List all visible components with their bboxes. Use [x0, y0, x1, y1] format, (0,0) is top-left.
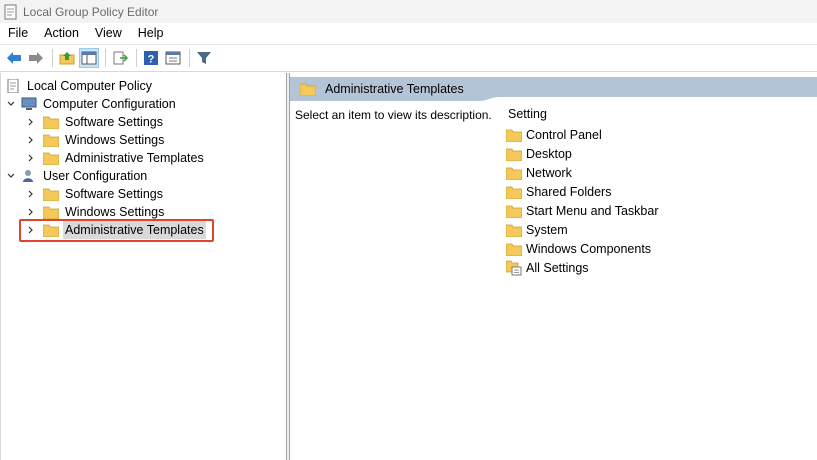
- policy-document-icon: [7, 79, 19, 93]
- folder-icon: [506, 129, 522, 142]
- up-folder-icon: [59, 52, 75, 65]
- list-item-label: System: [526, 223, 568, 237]
- list-item-desktop[interactable]: Desktop: [506, 145, 572, 163]
- folder-icon: [43, 152, 59, 165]
- list-item-control-panel[interactable]: Control Panel: [506, 126, 602, 144]
- folder-icon: [506, 224, 522, 237]
- user-icon: [23, 170, 33, 182]
- help-icon: ?: [144, 51, 158, 66]
- highlight-annotation-box: [19, 219, 214, 242]
- details-header: Administrative Templates: [290, 77, 817, 101]
- chevron-right-icon[interactable]: [25, 116, 37, 128]
- folder-icon: [43, 116, 59, 129]
- tree-label: Windows Settings: [65, 133, 165, 147]
- policy-editor-icon: [4, 4, 17, 19]
- chevron-right-icon[interactable]: [25, 134, 37, 146]
- list-item-label: Control Panel: [526, 128, 602, 142]
- folder-icon: [506, 167, 522, 180]
- setting-column-header[interactable]: Setting: [508, 107, 547, 121]
- tree-item-computer-configuration[interactable]: Computer Configuration: [5, 95, 178, 113]
- export-list-button[interactable]: [110, 48, 130, 68]
- menu-help[interactable]: Help: [130, 23, 172, 44]
- forward-button[interactable]: [26, 48, 46, 68]
- all-settings-icon: [506, 260, 522, 276]
- properties-button[interactable]: [163, 48, 183, 68]
- tree-label: User Configuration: [43, 169, 148, 183]
- toolbar-separator: [52, 49, 53, 67]
- folder-icon: [43, 206, 59, 219]
- chevron-down-icon[interactable]: [5, 170, 17, 182]
- folder-icon: [506, 243, 522, 256]
- folder-icon: [506, 205, 522, 218]
- list-item-start-menu-taskbar[interactable]: Start Menu and Taskbar: [506, 202, 658, 220]
- tree-item-uc-software-settings[interactable]: Software Settings: [25, 185, 165, 203]
- toolbar-separator: [189, 49, 190, 67]
- window-title: Local Group Policy Editor: [23, 4, 159, 19]
- list-item-label: Windows Components: [526, 242, 652, 256]
- details-pane: Administrative Templates Select an item …: [290, 73, 817, 460]
- list-item-label: Desktop: [526, 147, 572, 161]
- filter-icon: [197, 52, 211, 64]
- chevron-right-icon[interactable]: [25, 152, 37, 164]
- tree-item-cc-software-settings[interactable]: Software Settings: [25, 113, 165, 131]
- folder-icon: [506, 186, 522, 199]
- tree-label: Software Settings: [65, 115, 163, 129]
- tree-item-user-configuration[interactable]: User Configuration: [5, 167, 149, 185]
- tree-item-local-computer-policy[interactable]: Local Computer Policy: [5, 77, 154, 95]
- list-item-label: Start Menu and Taskbar: [526, 204, 659, 218]
- list-item-label: Shared Folders: [526, 185, 612, 199]
- menu-file[interactable]: File: [0, 23, 36, 44]
- list-item-label: All Settings: [526, 261, 589, 275]
- filter-button[interactable]: [194, 48, 214, 68]
- folder-icon: [43, 134, 59, 147]
- tree-item-cc-windows-settings[interactable]: Windows Settings: [25, 131, 166, 149]
- folder-icon: [300, 83, 316, 96]
- tree-label: Administrative Templates: [65, 151, 204, 165]
- title-bar: Local Group Policy Editor: [0, 0, 817, 23]
- menu-view[interactable]: View: [87, 23, 130, 44]
- folder-icon: [506, 148, 522, 161]
- list-item-label: Network: [526, 166, 572, 180]
- list-item-shared-folders[interactable]: Shared Folders: [506, 183, 611, 201]
- list-item-windows-components[interactable]: Windows Components: [506, 240, 651, 258]
- toolbar-separator: [136, 49, 137, 67]
- show-hide-tree-icon: [81, 51, 97, 65]
- folder-icon: [43, 188, 59, 201]
- list-item-system[interactable]: System: [506, 221, 568, 239]
- chevron-right-icon[interactable]: [25, 206, 37, 218]
- details-title: Administrative Templates: [325, 82, 464, 96]
- show-hide-tree-button[interactable]: [79, 48, 99, 68]
- menu-bar: File Action View Help: [0, 23, 817, 44]
- chevron-down-icon[interactable]: [5, 98, 17, 110]
- svg-text:?: ?: [148, 54, 155, 66]
- menu-action[interactable]: Action: [36, 23, 87, 44]
- tree-label: Local Computer Policy: [27, 79, 153, 93]
- back-button[interactable]: [4, 48, 24, 68]
- toolbar-separator: [105, 49, 106, 67]
- back-icon: [7, 52, 21, 64]
- export-list-icon: [113, 51, 128, 65]
- list-item-network[interactable]: Network: [506, 164, 572, 182]
- help-button[interactable]: ?: [141, 48, 161, 68]
- up-folder-button[interactable]: [57, 48, 77, 68]
- computer-icon: [21, 97, 37, 110]
- forward-icon: [29, 52, 43, 64]
- chevron-right-icon[interactable]: [25, 188, 37, 200]
- toolbar: ?: [0, 44, 817, 72]
- list-item-all-settings[interactable]: All Settings: [506, 259, 589, 277]
- description-text: Select an item to view its description.: [295, 108, 492, 122]
- tree-label: Software Settings: [65, 187, 163, 201]
- tree-label: Computer Configuration: [43, 97, 176, 111]
- properties-icon: [165, 51, 181, 65]
- tree-item-cc-administrative-templates[interactable]: Administrative Templates: [25, 149, 206, 167]
- tree-pane[interactable]: Local Computer Policy Computer Configura…: [0, 73, 287, 460]
